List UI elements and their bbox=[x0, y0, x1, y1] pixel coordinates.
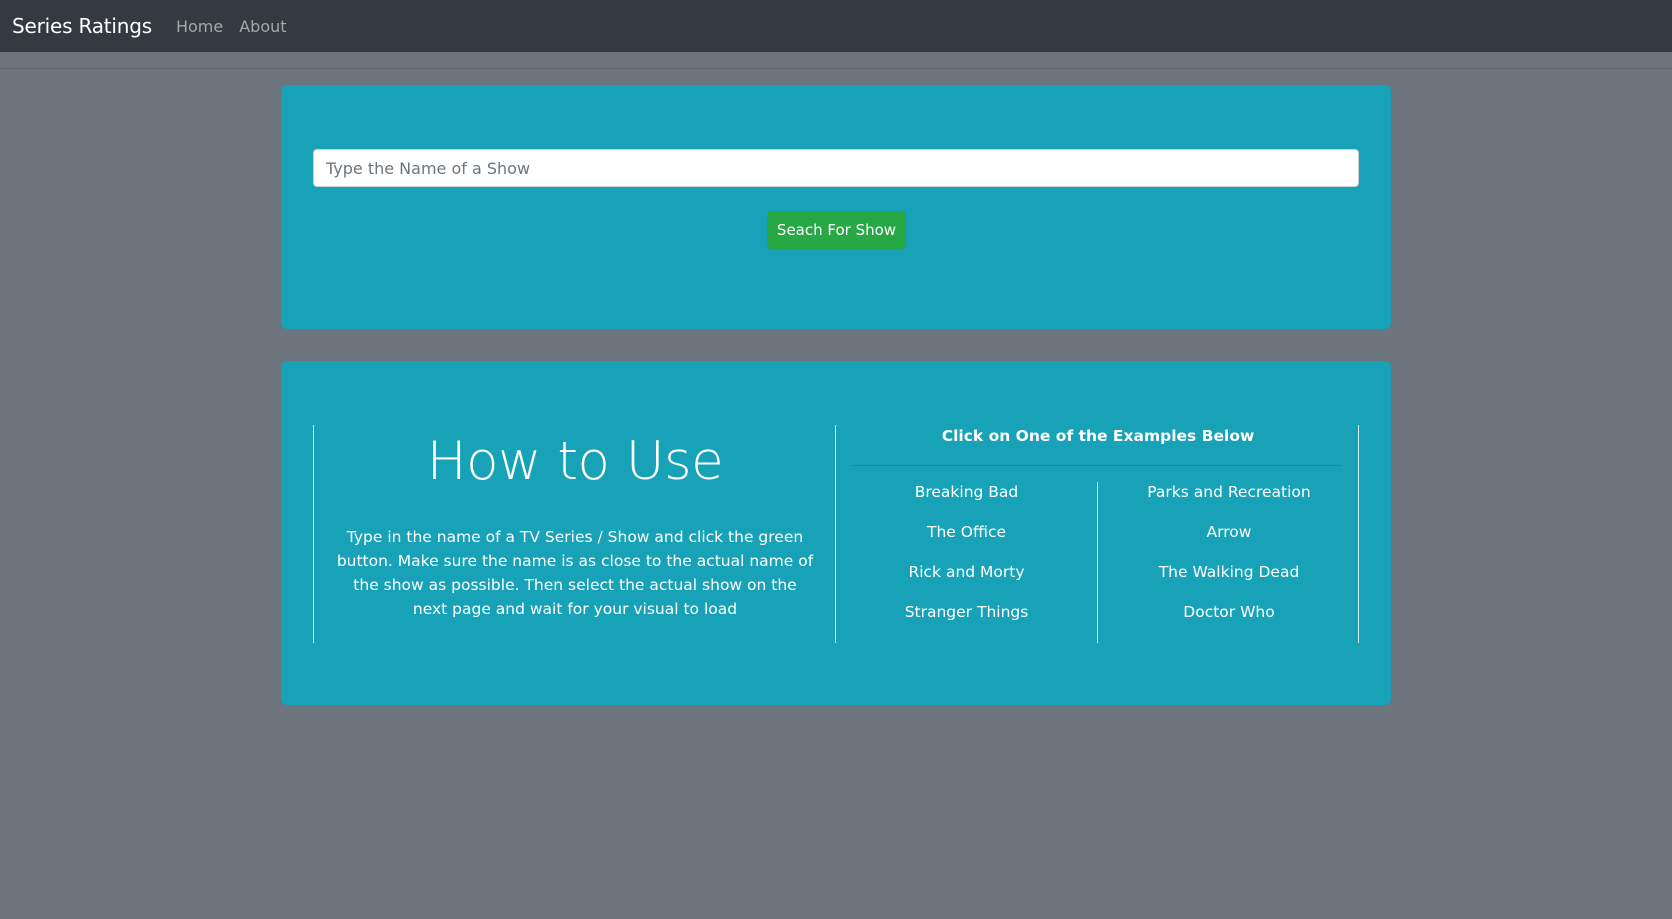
example-stranger-things[interactable]: Stranger Things bbox=[836, 602, 1097, 642]
examples-heading: Click on One of the Examples Below bbox=[941, 427, 1255, 445]
divider bbox=[0, 68, 1672, 69]
example-breaking-bad[interactable]: Breaking Bad bbox=[836, 482, 1097, 522]
brand-title[interactable]: Series Ratings bbox=[12, 14, 152, 38]
search-input[interactable] bbox=[313, 149, 1359, 187]
example-doctor-who[interactable]: Doctor Who bbox=[1098, 602, 1360, 642]
example-the-office[interactable]: The Office bbox=[836, 522, 1097, 562]
search-card: Seach For Show bbox=[281, 85, 1391, 329]
example-arrow[interactable]: Arrow bbox=[1098, 522, 1360, 562]
how-to-title: How to Use bbox=[426, 431, 724, 492]
examples-panel: Click on One of the Examples Below Break… bbox=[835, 425, 1359, 643]
nav-link-about[interactable]: About bbox=[239, 17, 286, 36]
how-to-panel: How to Use Type in the name of a TV Seri… bbox=[313, 425, 835, 643]
navbar: Series Ratings Home About bbox=[0, 0, 1672, 52]
examples-column-right: Parks and Recreation Arrow The Walking D… bbox=[1098, 482, 1360, 643]
example-parks-and-recreation[interactable]: Parks and Recreation bbox=[1098, 482, 1360, 522]
example-the-walking-dead[interactable]: The Walking Dead bbox=[1098, 562, 1360, 602]
how-to-instructions: Type in the name of a TV Series / Show a… bbox=[336, 528, 814, 618]
examples-column-left: Breaking Bad The Office Rick and Morty S… bbox=[836, 482, 1098, 643]
example-rick-and-morty[interactable]: Rick and Morty bbox=[836, 562, 1097, 602]
how-to-card: How to Use Type in the name of a TV Seri… bbox=[281, 361, 1391, 705]
nav-link-home[interactable]: Home bbox=[176, 17, 223, 36]
search-button[interactable]: Seach For Show bbox=[767, 211, 906, 249]
examples-divider bbox=[852, 465, 1342, 466]
